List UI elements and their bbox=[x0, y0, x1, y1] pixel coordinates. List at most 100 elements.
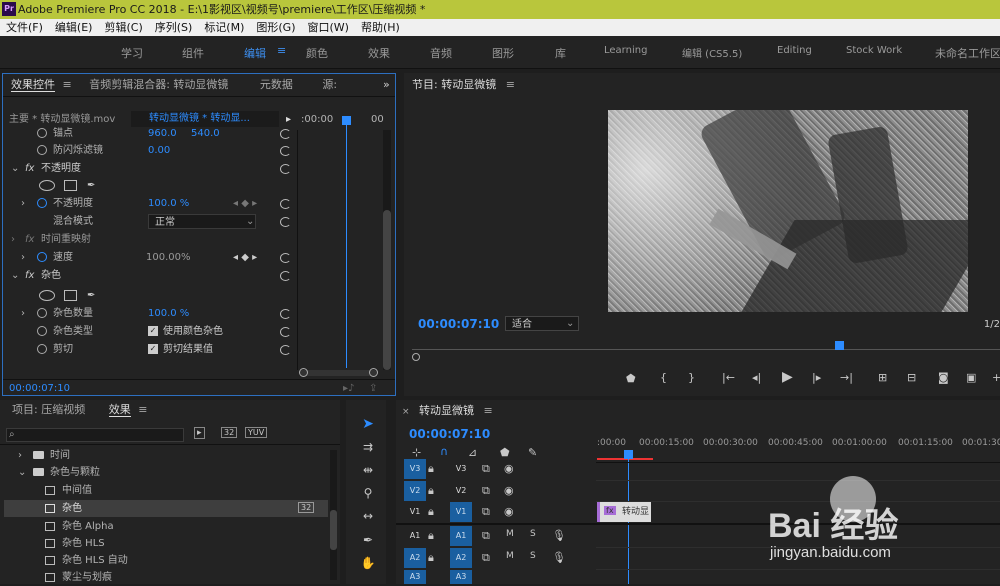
play-icon[interactable]: ▶ bbox=[782, 369, 793, 385]
collapse-chevron-icon[interactable]: ⌄ bbox=[11, 160, 19, 177]
reset-icon[interactable] bbox=[280, 253, 291, 263]
timeline-playhead[interactable] bbox=[624, 450, 633, 459]
keyframe-nav-icon[interactable]: ◂ ◆ ▸ bbox=[233, 249, 257, 266]
tree-item-noise[interactable]: 杂色 bbox=[62, 500, 82, 517]
mark-in-icon[interactable]: { bbox=[660, 371, 667, 384]
program-scrubber[interactable] bbox=[412, 349, 1000, 350]
tree-item-noise-hls-auto[interactable]: 杂色 HLS 自动 bbox=[62, 552, 128, 569]
program-title[interactable]: 节目: 转动显微镜 bbox=[412, 78, 496, 91]
snap-icon[interactable]: ∩ bbox=[440, 445, 448, 458]
scrollbar[interactable] bbox=[383, 130, 391, 370]
expand-icon[interactable]: › bbox=[11, 231, 15, 248]
eye-icon[interactable]: ◉ bbox=[504, 484, 514, 497]
workspace-effects[interactable]: 效果 bbox=[368, 45, 390, 61]
mark-out-icon[interactable]: } bbox=[688, 371, 695, 384]
tab-project[interactable]: 项目: 压缩视频 bbox=[12, 403, 85, 416]
button-editor-icon[interactable]: + bbox=[992, 371, 1000, 384]
reset-icon[interactable] bbox=[280, 327, 291, 337]
program-timecode[interactable]: 00:00:07:10 bbox=[418, 316, 499, 333]
scrollbar[interactable] bbox=[330, 450, 337, 580]
tab-metadata[interactable]: 元数据 bbox=[260, 78, 293, 91]
stopwatch-icon[interactable] bbox=[37, 344, 47, 354]
blend-mode-select[interactable]: 正常 bbox=[148, 214, 256, 229]
ellipse-mask-icon[interactable] bbox=[39, 290, 55, 301]
lock-icon[interactable]: 🔒︎ bbox=[428, 484, 434, 498]
export-icon[interactable]: ⇪ bbox=[369, 380, 377, 397]
microphone-icon[interactable]: 🎙︎ bbox=[552, 529, 566, 542]
expand-icon[interactable]: › bbox=[21, 305, 25, 322]
lift-icon[interactable]: ⊞ bbox=[878, 371, 887, 384]
eye-icon[interactable]: ◉ bbox=[504, 462, 514, 475]
workspace-editing[interactable]: 编辑 bbox=[244, 45, 266, 61]
menu-sequence[interactable]: 序列(S) bbox=[149, 21, 199, 34]
solo-icon[interactable]: S bbox=[530, 551, 536, 561]
solo-icon[interactable]: S bbox=[530, 529, 536, 539]
stopwatch-icon[interactable] bbox=[37, 308, 47, 318]
workspace-assembly[interactable]: 组件 bbox=[182, 45, 204, 61]
expand-icon[interactable]: › bbox=[21, 195, 25, 212]
mute-icon[interactable]: M bbox=[506, 551, 514, 561]
effect-controls-timecode[interactable]: 00:00:07:10 bbox=[9, 380, 70, 397]
step-back-icon[interactable]: ◂| bbox=[752, 371, 761, 384]
color-noise-checkbox[interactable]: ✓ bbox=[148, 326, 158, 336]
microphone-icon[interactable]: 🎙︎ bbox=[552, 551, 566, 564]
keyframe-nav-icon[interactable]: ◂ ◆ ▸ bbox=[233, 195, 257, 212]
menu-help[interactable]: 帮助(H) bbox=[355, 21, 406, 34]
ellipse-mask-icon[interactable] bbox=[39, 180, 55, 191]
lock-icon[interactable]: 🔒︎ bbox=[428, 529, 434, 543]
reset-icon[interactable] bbox=[280, 217, 291, 227]
go-to-out-icon[interactable]: →| bbox=[840, 371, 853, 384]
reset-icon[interactable] bbox=[280, 129, 291, 139]
lock-icon[interactable]: 🔒︎ bbox=[428, 462, 434, 476]
add-marker-icon[interactable]: ⬟ bbox=[626, 372, 636, 385]
scrubber-handle[interactable] bbox=[412, 353, 420, 361]
track-target-a1[interactable]: A1 bbox=[404, 526, 426, 546]
sync-lock-icon[interactable]: ⧉ bbox=[482, 484, 490, 498]
track-label-a1[interactable]: A1 bbox=[450, 526, 472, 546]
tab-source[interactable]: 源: bbox=[322, 78, 337, 91]
clip-result-checkbox[interactable]: ✓ bbox=[148, 344, 158, 354]
reset-icon[interactable] bbox=[280, 199, 291, 209]
eye-icon[interactable]: ◉ bbox=[504, 505, 514, 518]
track-label-v1[interactable]: V1 bbox=[450, 502, 472, 522]
tab-effect-controls[interactable]: 效果控件 bbox=[11, 78, 55, 92]
track-target-v3[interactable]: V3 bbox=[404, 459, 426, 479]
razor-tool-icon[interactable]: ⚲ bbox=[360, 486, 376, 502]
stopwatch-icon[interactable] bbox=[37, 252, 47, 262]
expand-icon[interactable]: › bbox=[21, 249, 25, 266]
menu-window[interactable]: 窗口(W) bbox=[302, 21, 355, 34]
anchor-y[interactable]: 540.0 bbox=[191, 125, 220, 142]
tree-item-dust-scratches[interactable]: 蒙尘与划痕 bbox=[62, 569, 112, 586]
track-target-v2[interactable]: V2 bbox=[404, 481, 426, 501]
selection-tool-icon[interactable]: ➤ bbox=[360, 416, 376, 432]
tab-audio-mixer[interactable]: 音频剪辑混合器: 转动显微镜 bbox=[89, 78, 228, 91]
workspace-graphics[interactable]: 图形 bbox=[492, 45, 514, 61]
sync-lock-icon[interactable]: ⧉ bbox=[482, 462, 490, 476]
collapse-chevron-icon[interactable]: ⌄ bbox=[11, 267, 19, 284]
track-target-a2[interactable]: A2 bbox=[404, 548, 426, 568]
workspace-menu-icon[interactable]: ≡ bbox=[277, 44, 286, 57]
workspace-unnamed[interactable]: 未命名工作区 bbox=[935, 45, 1000, 61]
rect-mask-icon[interactable] bbox=[64, 290, 77, 301]
menu-marker[interactable]: 标记(M) bbox=[198, 21, 250, 34]
reset-icon[interactable] bbox=[280, 271, 291, 281]
rect-mask-icon[interactable] bbox=[64, 180, 77, 191]
panel-menu-icon[interactable]: ≡ bbox=[484, 404, 493, 417]
track-target-a3[interactable]: A3 bbox=[404, 570, 426, 584]
compare-view-icon[interactable]: ▣ bbox=[966, 371, 976, 384]
accelerated-effects-icon[interactable]: ▸ bbox=[194, 427, 205, 439]
panel-menu-icon[interactable]: ≡ bbox=[63, 78, 72, 91]
timeline-timecode[interactable]: 00:00:07:10 bbox=[409, 426, 490, 443]
pen-tool-icon[interactable]: ✒ bbox=[360, 533, 376, 549]
tab-effects[interactable]: 效果 bbox=[108, 403, 131, 417]
zoom-handle-right[interactable] bbox=[369, 368, 378, 377]
audio-play-icon[interactable]: ▸♪ bbox=[343, 380, 354, 397]
sequence-tab[interactable]: 转动显微镜 bbox=[419, 404, 474, 417]
workspace-learning[interactable]: Learning bbox=[604, 45, 647, 56]
tree-item-median[interactable]: 中间值 bbox=[62, 482, 92, 499]
workspace-color[interactable]: 颜色 bbox=[306, 45, 328, 61]
noise-section[interactable]: 杂色 bbox=[41, 267, 61, 284]
workspace-stock[interactable]: Stock Work bbox=[846, 45, 902, 56]
sync-lock-icon[interactable]: ⧉ bbox=[482, 551, 490, 565]
lock-icon[interactable]: 🔒︎ bbox=[428, 505, 434, 519]
